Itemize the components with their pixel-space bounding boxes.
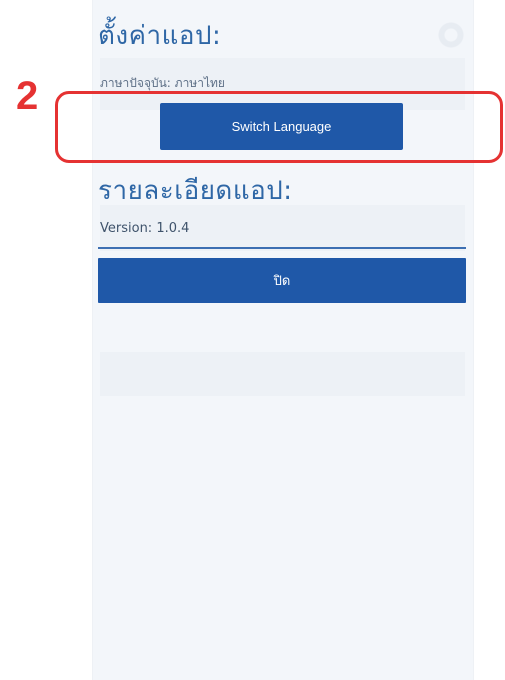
gear-icon[interactable] bbox=[436, 20, 466, 50]
callout-step-number: 2 bbox=[16, 74, 39, 118]
version-text: Version: 1.0.4 bbox=[100, 221, 190, 236]
empty-panel-band bbox=[100, 352, 465, 396]
app-screen: ตั้งค่าแอป: ภาษาปัจจุบัน: ภาษาไทย 2 Swit… bbox=[0, 0, 505, 680]
close-button[interactable]: ปิด bbox=[98, 258, 466, 303]
settings-title: ตั้งค่าแอป: bbox=[98, 21, 222, 51]
section-divider bbox=[98, 247, 466, 249]
app-details-title: รายละเอียดแอป: bbox=[98, 176, 293, 206]
switch-language-button[interactable]: Switch Language bbox=[160, 103, 403, 150]
